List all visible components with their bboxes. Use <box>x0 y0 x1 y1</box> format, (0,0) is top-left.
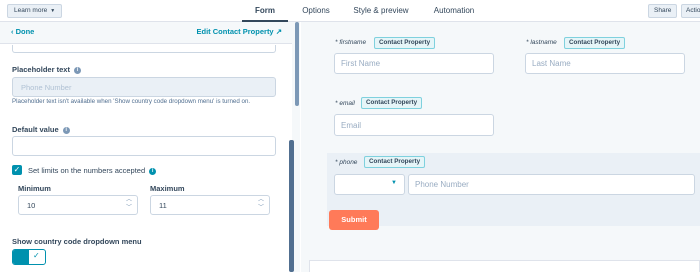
info-icon[interactable]: i <box>62 127 70 134</box>
firstname-label: * firstname <box>335 39 366 46</box>
minimum-input[interactable]: 10 <box>18 195 138 215</box>
phone-label-text: phone <box>339 159 358 166</box>
chevron-down-icon: ▼ <box>50 8 56 14</box>
default-value-label: Default value i <box>12 125 70 134</box>
country-code-toggle[interactable]: ✓ <box>12 249 46 265</box>
phone-input[interactable]: Phone Number <box>408 174 695 195</box>
top-bar: Learn more ▼ Form Options Style & previe… <box>0 0 700 22</box>
scrollbar-thumb[interactable] <box>295 22 299 106</box>
contact-property-badge: Contact Property <box>374 37 436 49</box>
email-label: * email <box>335 100 355 107</box>
info-icon[interactable]: i <box>149 168 157 175</box>
chevron-left-icon: ‹ <box>11 27 14 36</box>
chevron-down-icon[interactable]: ﹀ <box>121 204 137 212</box>
firstname-label-text: firstname <box>339 39 367 46</box>
limits-checkbox[interactable]: ✓ <box>12 165 22 175</box>
limits-label-text: Set limits on the numbers accepted <box>28 166 146 175</box>
chevron-up-icon[interactable]: ︿ <box>121 196 137 204</box>
placeholder-text-label: Placeholder text i <box>12 65 81 74</box>
actions-button[interactable]: Actions <box>681 4 700 18</box>
maximum-input[interactable]: 11 <box>150 195 270 215</box>
lastname-label-text: lastname <box>530 39 557 46</box>
external-link-icon: ↗ <box>275 27 282 36</box>
default-value-input[interactable] <box>12 136 276 156</box>
next-section-card <box>309 260 700 272</box>
required-mark: * <box>526 39 529 46</box>
submit-button[interactable]: Submit <box>329 210 379 230</box>
required-mark: * <box>335 159 338 166</box>
toggle-knob <box>13 250 29 264</box>
required-mark: * <box>335 39 338 46</box>
country-code-label: Show country code dropdown menu <box>12 237 142 246</box>
contact-property-badge: Contact Property <box>364 156 426 168</box>
check-icon: ✓ <box>33 251 40 260</box>
chevron-down-icon[interactable]: ﹀ <box>253 204 269 212</box>
maximum-label: Maximum <box>150 184 185 193</box>
form-preview: * firstname Contact Property First Name … <box>301 22 700 272</box>
placeholder-text-label-text: Placeholder text <box>12 65 70 74</box>
tab-form[interactable]: Form <box>242 0 288 22</box>
tab-style-preview[interactable]: Style & preview <box>349 0 413 22</box>
minimum-label: Minimum <box>18 184 51 193</box>
share-button[interactable]: Share <box>648 4 678 18</box>
info-icon[interactable]: i <box>73 67 81 74</box>
contact-property-badge: Contact Property <box>361 97 423 109</box>
edit-property-label: Edit Contact Property <box>196 27 274 36</box>
chevron-down-icon: ▼ <box>391 180 397 186</box>
lastname-input[interactable]: Last Name <box>525 53 685 74</box>
minimum-stepper[interactable]: ︿ ﹀ <box>121 196 137 212</box>
editor-header: ‹ Done Edit Contact Property ↗ <box>0 22 292 44</box>
email-input[interactable]: Email <box>334 114 494 136</box>
done-button[interactable]: ‹ Done <box>11 27 34 36</box>
firstname-input[interactable]: First Name <box>334 53 494 74</box>
lastname-label: * lastname <box>526 39 557 46</box>
country-code-select[interactable]: ▼ <box>334 174 405 195</box>
email-label-text: email <box>339 100 355 107</box>
required-mark: * <box>335 100 338 107</box>
phone-label: * phone <box>335 159 357 166</box>
placeholder-help-text: Placeholder text isn't available when 'S… <box>12 98 251 105</box>
tab-automation[interactable]: Automation <box>429 0 479 22</box>
default-value-label-text: Default value <box>12 125 59 134</box>
chevron-up-icon[interactable]: ︿ <box>253 196 269 204</box>
tab-options[interactable]: Options <box>298 0 334 22</box>
learn-more-label: Learn more <box>14 7 48 14</box>
maximum-stepper[interactable]: ︿ ﹀ <box>253 196 269 212</box>
field-editor-panel: ‹ Done Edit Contact Property ↗ Placehold… <box>0 22 300 272</box>
placeholder-text-input: Phone Number <box>12 77 276 97</box>
done-label: Done <box>15 27 35 36</box>
scrollbar-thumb[interactable] <box>289 140 294 272</box>
contact-property-badge: Contact Property <box>564 37 626 49</box>
limits-checkbox-label: Set limits on the numbers accepted i <box>28 166 157 175</box>
previous-input-edge <box>12 45 276 53</box>
learn-more-button[interactable]: Learn more ▼ <box>7 4 63 18</box>
edit-contact-property-link[interactable]: Edit Contact Property ↗ <box>197 27 282 36</box>
